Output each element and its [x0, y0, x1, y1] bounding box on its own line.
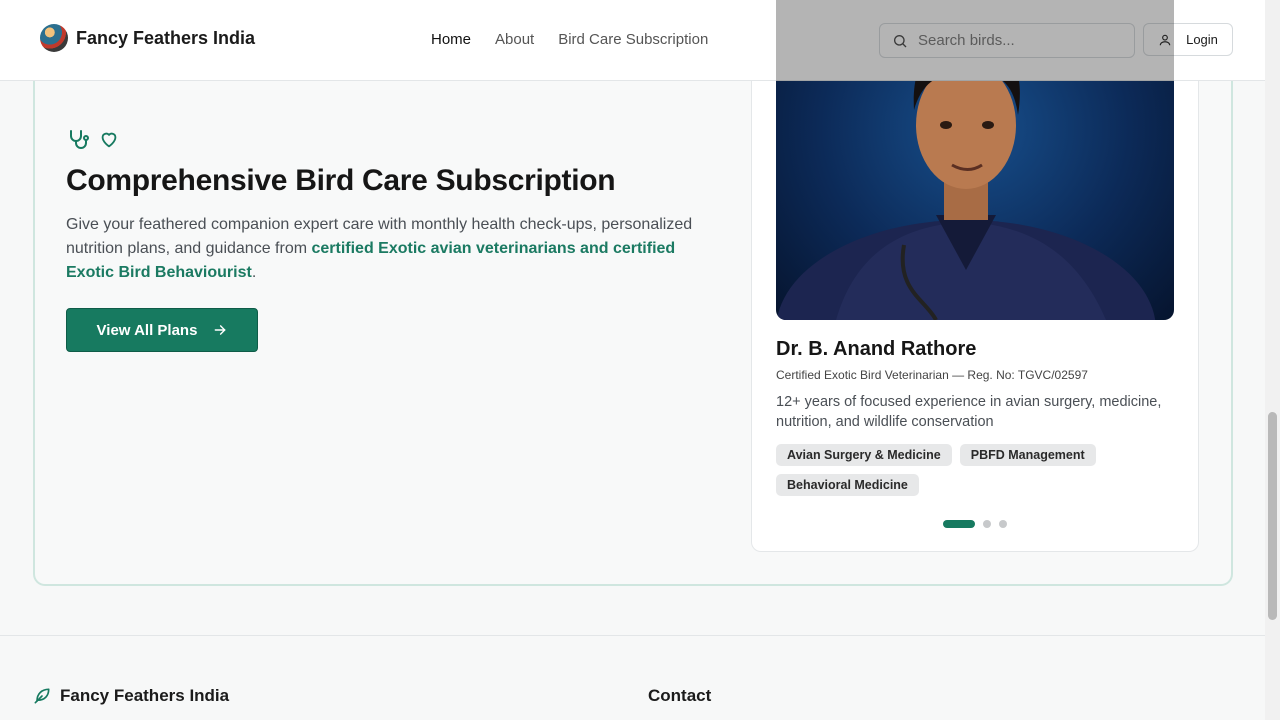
login-label: Login — [1186, 32, 1218, 47]
cta-label: View All Plans — [96, 321, 198, 339]
section-icons — [66, 128, 120, 152]
site-footer — [0, 635, 1265, 720]
view-all-plans-button[interactable]: View All Plans — [66, 308, 258, 352]
brand-name: Fancy Feathers India — [76, 27, 256, 48]
carousel-dot-2[interactable] — [983, 520, 991, 528]
vet-experience: 12+ years of focused experience in avian… — [776, 394, 1162, 430]
nav-home[interactable]: Home — [431, 31, 471, 48]
footer-brand: Fancy Feathers India — [32, 686, 229, 706]
nav-bird-care-subscription[interactable]: Bird Care Subscription — [558, 31, 708, 48]
arrow-right-icon — [215, 325, 227, 335]
scrollbar-thumb[interactable] — [1268, 412, 1277, 620]
parrot-logo-icon — [40, 24, 68, 52]
vet-registration: Certified Exotic Bird Veterinarian — Reg… — [776, 368, 1088, 382]
feather-icon — [34, 688, 50, 704]
heart-icon — [101, 132, 117, 148]
carousel-indicators — [943, 520, 1007, 528]
section-title: Comprehensive Bird Care Subscription — [66, 164, 616, 197]
footer-contact-heading: Contact — [648, 686, 712, 705]
specialty-tag: Behavioral Medicine — [776, 474, 919, 496]
photo-header-overlap — [776, 0, 1174, 81]
main-nav: Home About Bird Care Subscription — [431, 31, 708, 48]
vet-specialty-tags: Avian Surgery & Medicine PBFD Management… — [776, 444, 1176, 496]
carousel-dot-1[interactable] — [943, 520, 975, 528]
specialty-tag: Avian Surgery & Medicine — [776, 444, 952, 466]
vet-name: Dr. B. Anand Rathore — [776, 338, 977, 360]
nav-about[interactable]: About — [495, 31, 534, 48]
specialty-tag: PBFD Management — [959, 444, 1096, 466]
carousel-dot-3[interactable] — [999, 520, 1007, 528]
stethoscope-icon — [70, 130, 89, 149]
section-description: Give your feathered companion expert car… — [66, 213, 706, 285]
description-suffix: . — [251, 264, 257, 281]
footer-brand-name: Fancy Feathers India — [60, 686, 230, 705]
page-scrollbar[interactable] — [1265, 0, 1280, 720]
brand-logo-link[interactable]: Fancy Feathers India — [40, 24, 255, 52]
